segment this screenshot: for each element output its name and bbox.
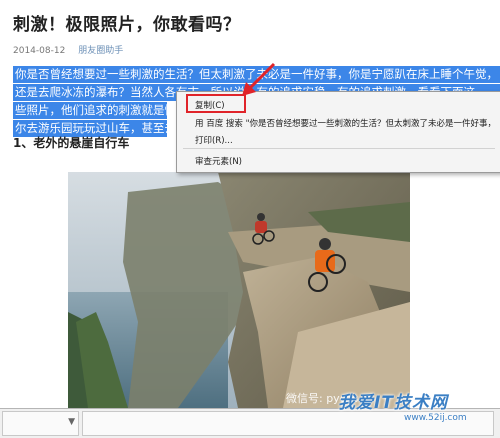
article-author-link[interactable]: 朋友圈助手 [78,46,123,56]
site-watermark: 我爱IT技术网 [338,393,448,413]
article-meta: 2014-08-12 朋友圈助手 [13,43,123,56]
annotation-arrow-icon [242,62,276,96]
status-dropdown[interactable]: ▼ [2,411,79,436]
site-watermark-url: www.52ij.com [404,413,467,423]
section-heading: 1、老外的悬崖自行车 [13,136,130,150]
selected-line: 些照片，他们追求的刺激就是惊心 [13,102,167,119]
context-menu-print[interactable]: 打印(R)... [195,134,495,146]
context-menu-inspect[interactable]: 审查元素(N) [195,155,495,167]
browser-page: 刺激！极限照片，你敢看吗？ 2014-08-12 朋友圈助手 你是否曾经想要过一… [0,0,500,438]
article-title: 刺激！极限照片，你敢看吗？ [13,15,241,35]
article-date: 2014-08-12 [13,46,66,56]
context-menu-divider [183,148,495,149]
annotation-highlight-box [186,94,246,113]
chevron-down-icon: ▼ [68,417,75,427]
cliff-bike-photo [68,172,410,408]
context-menu-search[interactable]: 用 百度 搜索 "你是否曾经想要过一些刺激的生活？但太刺激了未必是一件好事，你是… [195,117,495,129]
